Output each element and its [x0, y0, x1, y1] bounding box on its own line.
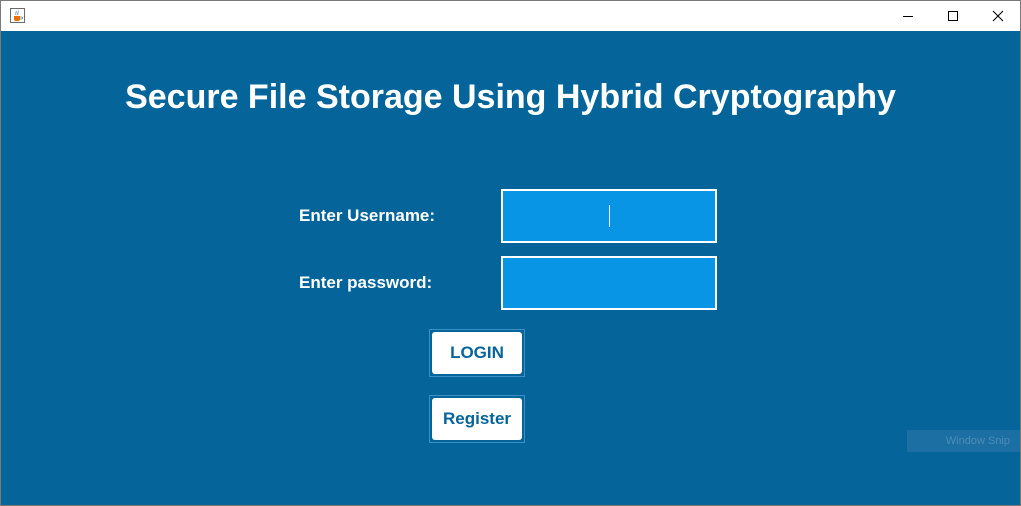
login-panel: Secure File Storage Using Hybrid Cryptog… — [1, 31, 1020, 505]
login-button-focus-ring: LOGIN — [429, 329, 525, 377]
register-button-focus-ring: Register — [429, 395, 525, 443]
text-caret — [609, 205, 610, 227]
close-icon — [992, 10, 1004, 22]
maximize-button[interactable] — [930, 1, 976, 31]
password-field[interactable] — [501, 256, 717, 310]
title-bar[interactable] — [1, 1, 1020, 31]
maximize-icon — [948, 11, 958, 21]
java-coffee-cup-icon — [10, 8, 25, 23]
window-snip-overlay: Window Snip — [907, 430, 1020, 452]
login-button[interactable]: LOGIN — [432, 332, 522, 374]
app-window: Secure File Storage Using Hybrid Cryptog… — [0, 0, 1021, 506]
register-button[interactable]: Register — [432, 398, 522, 440]
page-title: Secure File Storage Using Hybrid Cryptog… — [125, 78, 896, 116]
password-label: Enter password: — [299, 273, 433, 292]
minimize-button[interactable] — [885, 1, 931, 31]
close-button[interactable] — [975, 1, 1021, 31]
minimize-icon — [903, 16, 913, 17]
username-field[interactable] — [501, 189, 717, 243]
username-label: Enter Username: — [299, 206, 436, 225]
